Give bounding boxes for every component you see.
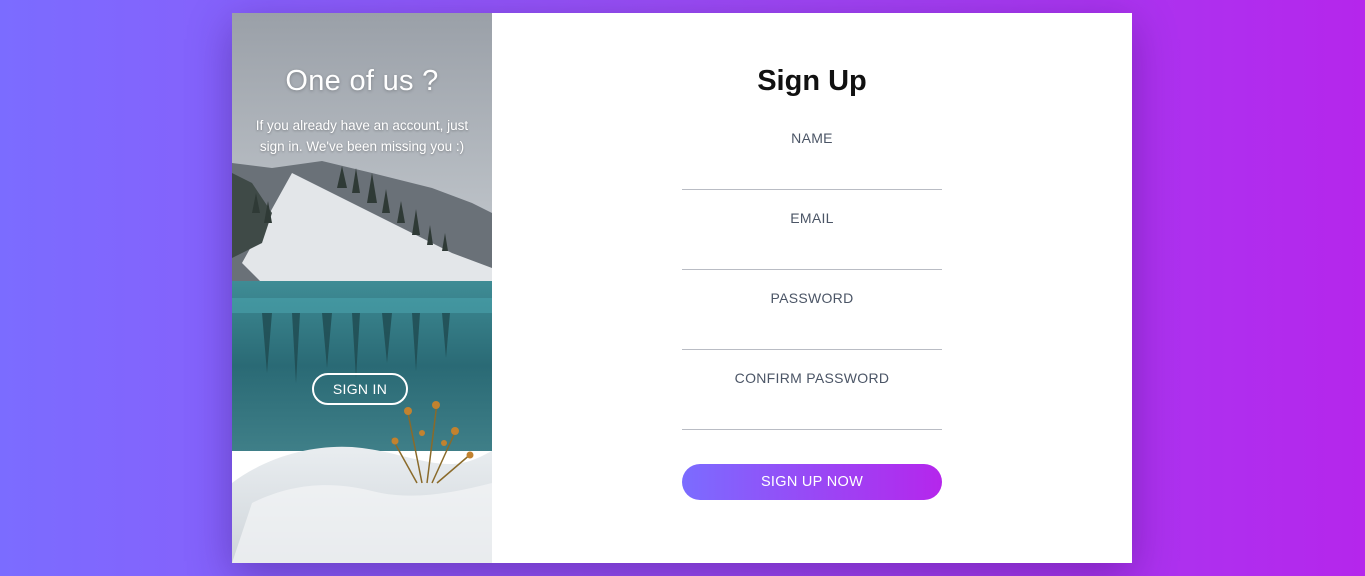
signin-promo-panel: One of us ? If you already have an accou… <box>232 13 492 563</box>
confirm-password-input[interactable] <box>682 396 942 430</box>
form-title: Sign Up <box>757 65 867 97</box>
promo-text: If you already have an account, just sig… <box>255 118 469 154</box>
promo-title: One of us ? <box>285 65 439 97</box>
signup-card: One of us ? If you already have an accou… <box>232 13 1132 563</box>
email-input[interactable] <box>682 236 942 270</box>
signin-promo-content: One of us ? If you already have an accou… <box>232 13 492 563</box>
password-input[interactable] <box>682 316 942 350</box>
name-field: NAME <box>682 130 942 190</box>
sign-up-now-button[interactable]: SIGN UP NOW <box>682 464 942 500</box>
confirm-password-label: CONFIRM PASSWORD <box>734 370 890 386</box>
email-field: EMAIL <box>682 210 942 270</box>
name-input[interactable] <box>682 156 942 190</box>
sign-in-button[interactable]: SIGN IN <box>312 373 408 405</box>
email-label: EMAIL <box>790 210 834 226</box>
name-label: NAME <box>791 130 833 146</box>
confirm-password-field: CONFIRM PASSWORD <box>682 370 942 430</box>
password-field: PASSWORD <box>682 290 942 350</box>
password-label: PASSWORD <box>770 290 854 306</box>
signup-form: Sign Up NAME EMAIL PASSWORD CONFIRM PASS… <box>492 13 1132 563</box>
